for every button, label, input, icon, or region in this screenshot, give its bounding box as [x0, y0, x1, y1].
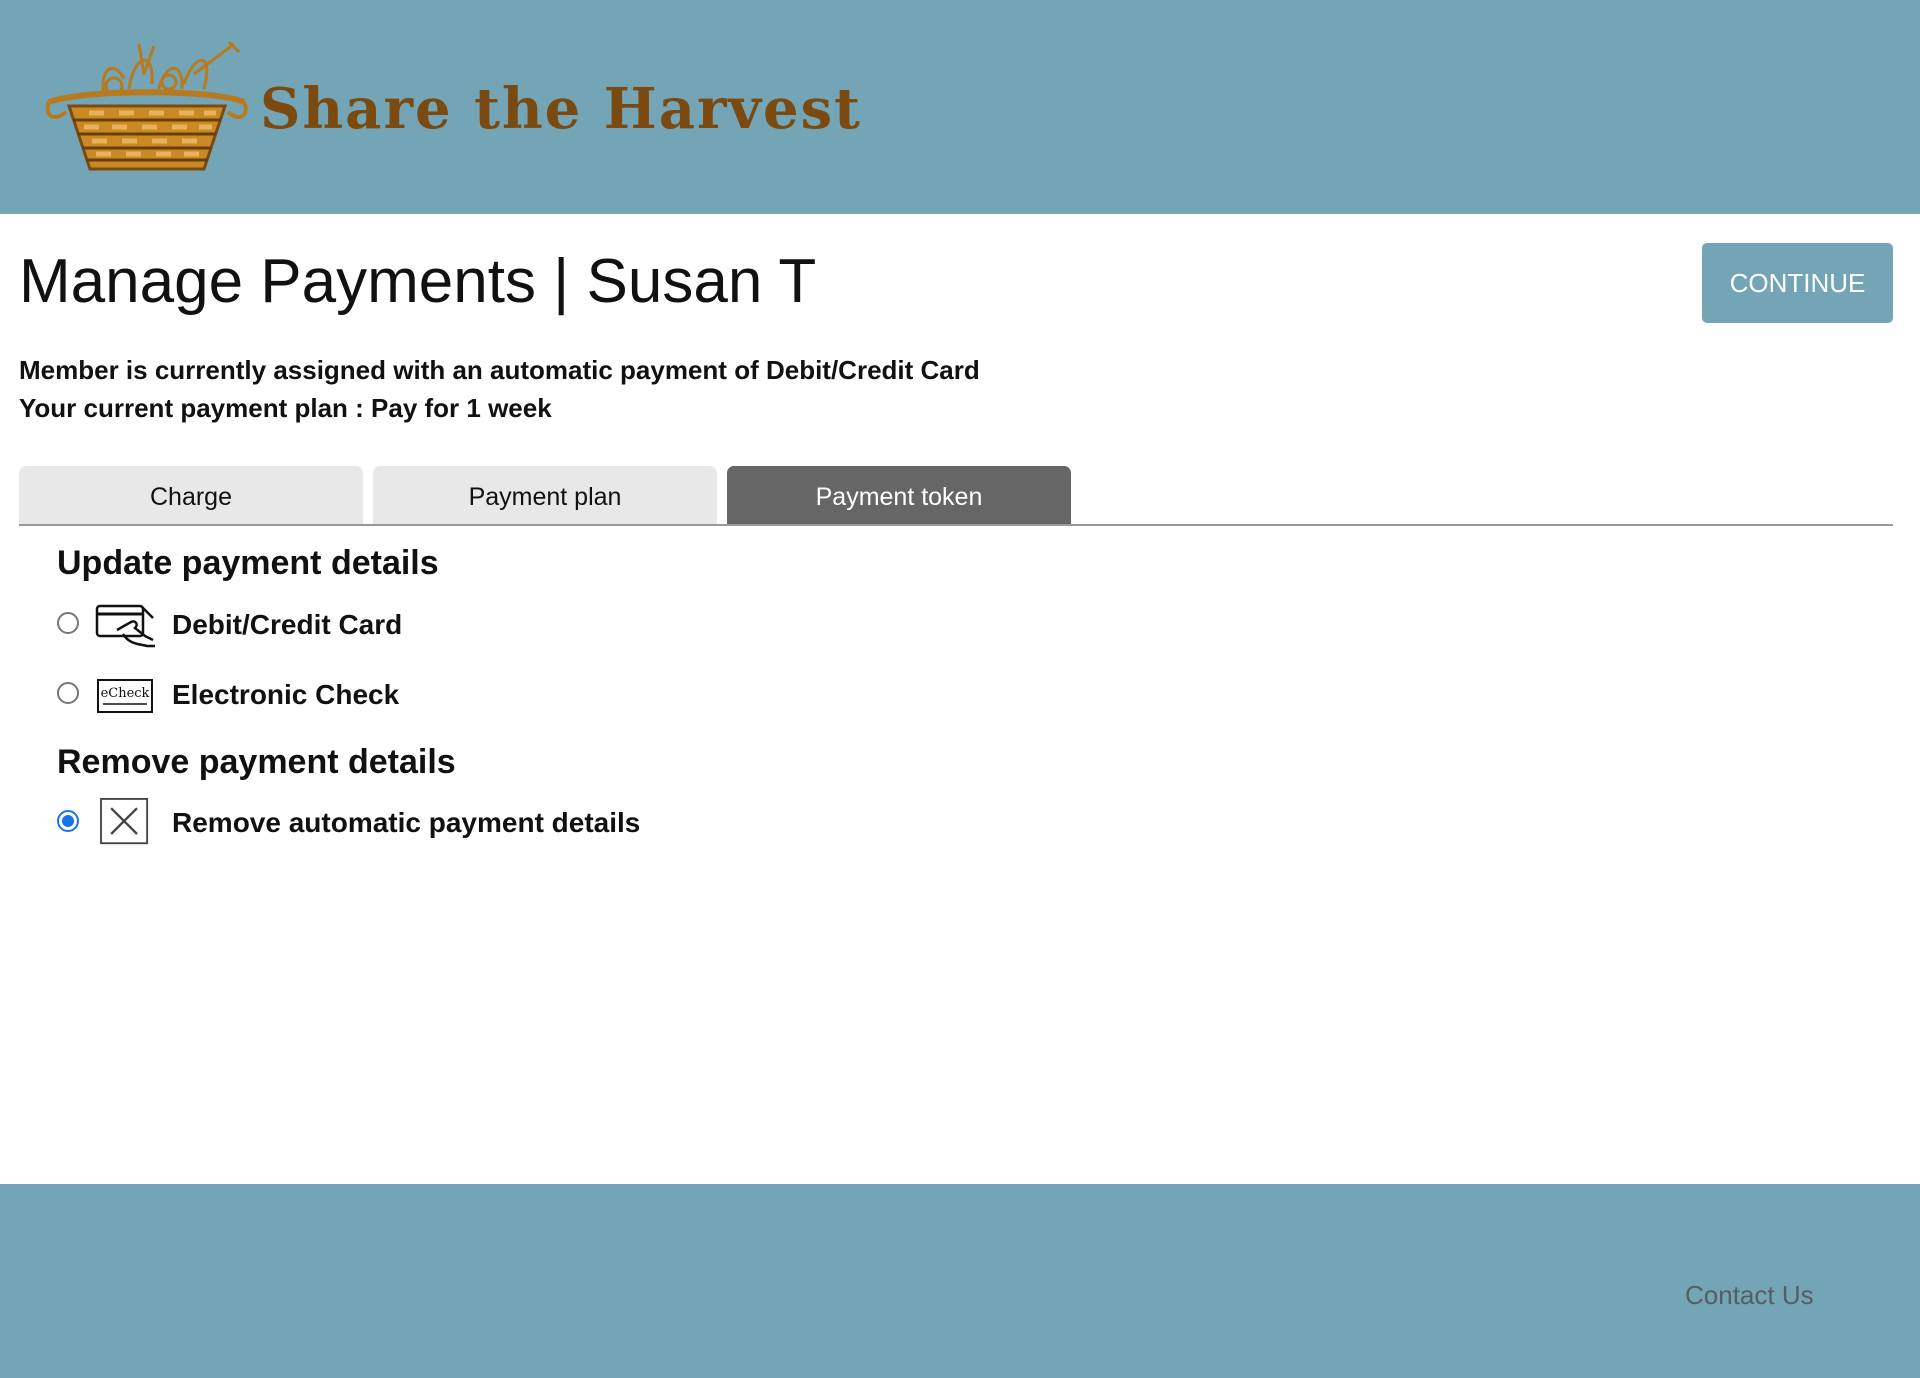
harvest-basket-logo-icon [45, 40, 248, 171]
debit-credit-card-label: Debit/Credit Card [172, 609, 403, 640]
remove-automatic-payment-radio[interactable] [57, 810, 79, 832]
tab-payment-token[interactable]: Payment token [727, 466, 1071, 524]
tab-divider [19, 524, 1893, 526]
payment-plan-info: Your current payment plan : Pay for 1 we… [19, 393, 552, 423]
option-remove-automatic-payment[interactable]: Remove automatic payment details [57, 798, 757, 850]
brand-name[interactable]: Share the Harvest [260, 76, 862, 142]
echeck-icon: eCheck [97, 679, 153, 713]
echeck-icon-text: eCheck [101, 686, 150, 701]
continue-button[interactable]: CONTINUE [1702, 243, 1893, 323]
remove-payment-heading: Remove payment details [57, 743, 456, 781]
credit-card-icon [95, 604, 155, 648]
site-footer [0, 1184, 1920, 1378]
tab-payment-plan[interactable]: Payment plan [373, 466, 717, 524]
update-payment-heading: Update payment details [57, 544, 439, 582]
option-debit-credit-card[interactable]: Debit/Credit Card [57, 600, 757, 652]
tab-charge[interactable]: Charge [19, 466, 363, 524]
electronic-check-label: Electronic Check [172, 679, 400, 710]
automatic-payment-info: Member is currently assigned with an aut… [19, 355, 980, 385]
page-title: Manage Payments | Susan T [19, 247, 817, 316]
contact-us-link[interactable]: Contact Us [1685, 1280, 1814, 1311]
debit-credit-card-radio[interactable] [57, 612, 79, 634]
option-electronic-check[interactable]: eCheck Electronic Check [57, 670, 757, 722]
remove-automatic-payment-label: Remove automatic payment details [172, 807, 641, 838]
page: Share the Harvest Manage Payments | Susa… [0, 0, 1920, 1378]
site-header: Share the Harvest [0, 0, 1920, 214]
remove-x-icon [100, 798, 149, 845]
electronic-check-radio[interactable] [57, 682, 79, 704]
